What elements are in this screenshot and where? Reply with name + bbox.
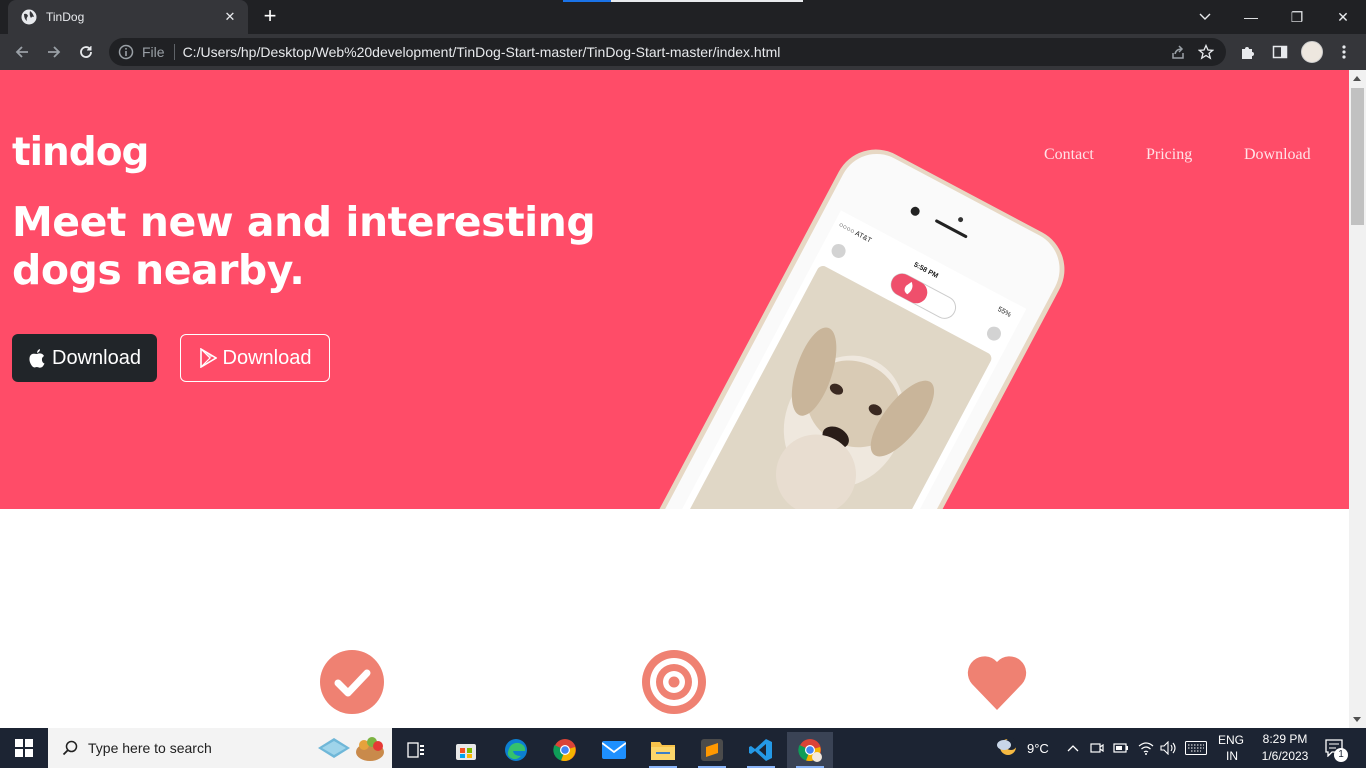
wifi-icon[interactable]: [1138, 741, 1154, 755]
input-language[interactable]: ENG: [1218, 733, 1244, 747]
start-button[interactable]: [1, 730, 47, 766]
sublime-text-button[interactable]: [689, 732, 735, 768]
vscode-icon: [749, 739, 772, 761]
share-button[interactable]: [1164, 38, 1192, 66]
new-tab-button[interactable]: +: [259, 5, 281, 28]
share-icon: [1172, 45, 1184, 59]
bookmark-button[interactable]: [1192, 38, 1220, 66]
battery-icon[interactable]: [1113, 741, 1129, 755]
side-panel-icon: [1272, 45, 1288, 59]
chrome-profile-icon: [798, 739, 822, 762]
weather-temperature[interactable]: 9°C: [1027, 741, 1049, 756]
edge-button[interactable]: [493, 732, 539, 768]
file-explorer-button[interactable]: [640, 732, 686, 768]
scroll-thumb[interactable]: [1351, 88, 1364, 225]
windows-taskbar: Type here to search 9°C ENG IN 8:29 PM 1…: [0, 728, 1366, 768]
sublime-text-icon: [701, 739, 723, 761]
forward-button[interactable]: [40, 38, 68, 66]
page-scrollbar[interactable]: [1349, 70, 1366, 728]
info-icon[interactable]: [118, 44, 134, 60]
folder-icon: [651, 742, 675, 760]
browser-toolbar: File C:/Users/hp/Desktop/Web%20developme…: [0, 34, 1366, 70]
weather-moon-cloud-icon[interactable]: [995, 736, 1019, 760]
clock-date[interactable]: 1/6/2023: [1256, 749, 1314, 763]
close-window-button[interactable]: ✕: [1320, 0, 1366, 34]
back-button[interactable]: [8, 38, 36, 66]
browser-tab[interactable]: TinDog ✕: [8, 0, 248, 34]
reload-icon: [80, 46, 92, 58]
extensions-button[interactable]: [1234, 38, 1262, 66]
chrome-icon: [553, 739, 576, 762]
windows-logo-icon: [15, 739, 33, 757]
address-bar[interactable]: File C:/Users/hp/Desktop/Web%20developme…: [109, 38, 1226, 66]
iphone-mockup-image: ○○○○ AT&T 5:58 PM 55%: [629, 149, 1065, 509]
globe-icon: [21, 9, 37, 25]
notification-count-badge: 1: [1334, 748, 1348, 762]
chrome-menu-button[interactable]: [1330, 38, 1358, 66]
vscode-button[interactable]: [738, 732, 784, 768]
keyboard-icon[interactable]: [1185, 741, 1207, 755]
speaker-icon[interactable]: [1160, 741, 1178, 755]
page-viewport: tindog Contact Pricing Download Meet new…: [0, 70, 1349, 728]
side-panel-button[interactable]: [1266, 38, 1294, 66]
hero-section: tindog Contact Pricing Download Meet new…: [0, 70, 1349, 509]
edge-icon: [505, 739, 527, 761]
meet-now-icon[interactable]: [1090, 741, 1104, 755]
tab-title: TinDog: [46, 10, 85, 24]
omnibox-divider: [173, 44, 175, 60]
heart-icon: [967, 656, 1027, 710]
minimize-button[interactable]: —: [1228, 0, 1274, 34]
scroll-down-arrow-icon[interactable]: [1353, 717, 1361, 722]
task-view-icon: [407, 742, 424, 758]
microsoft-store-button[interactable]: [443, 732, 489, 768]
chevron-down-icon: [1199, 13, 1211, 20]
bullseye-icon: [642, 650, 706, 714]
url-text[interactable]: C:/Users/hp/Desktop/Web%20development/Ti…: [183, 44, 1164, 60]
mail-button[interactable]: [591, 732, 637, 768]
browser-titlebar: TinDog ✕ + — ❐ ✕: [0, 0, 1366, 34]
arrow-right-icon: [48, 46, 61, 58]
microsoft-store-icon: [456, 744, 476, 760]
reload-button[interactable]: [72, 38, 100, 66]
arrow-left-icon: [15, 46, 28, 58]
taskbar-search-box[interactable]: Type here to search: [48, 728, 392, 768]
tab-search-button[interactable]: [1182, 0, 1228, 34]
chevron-up-icon[interactable]: [1067, 744, 1079, 752]
tab-close-button[interactable]: ✕: [218, 9, 242, 25]
chrome-active-button[interactable]: [787, 732, 833, 768]
window-drag-strip: [563, 0, 803, 2]
task-view-button[interactable]: [393, 732, 439, 768]
puzzle-icon: [1242, 47, 1254, 59]
chrome-button[interactable]: [542, 732, 588, 768]
input-region[interactable]: IN: [1226, 749, 1238, 763]
star-icon: [1198, 44, 1214, 60]
check-circle-icon: [320, 650, 384, 714]
search-placeholder: Type here to search: [88, 740, 212, 756]
mail-icon: [602, 741, 626, 759]
more-vertical-icon: [1342, 45, 1346, 59]
file-scheme-label: File: [142, 44, 165, 60]
search-icon: [62, 740, 78, 756]
scroll-up-arrow-icon[interactable]: [1353, 76, 1361, 81]
clock-time[interactable]: 8:29 PM: [1260, 732, 1310, 746]
search-highlight-illustration-icon: [318, 737, 384, 761]
profile-avatar[interactable]: [1301, 41, 1323, 63]
restore-button[interactable]: ❐: [1274, 0, 1320, 34]
